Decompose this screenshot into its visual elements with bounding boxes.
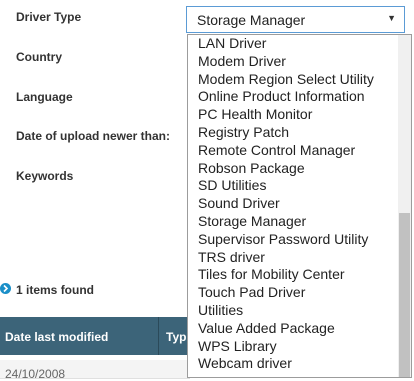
dropdown-option[interactable]: Remote Control Manager (188, 142, 398, 160)
dropdown-option[interactable]: WPS Library (188, 338, 398, 356)
keywords-label: Keywords (16, 169, 74, 183)
table-row[interactable]: 24/10/2008 (0, 360, 190, 381)
dropdown-option[interactable]: Modem Driver (188, 53, 398, 71)
dropdown-option[interactable]: Tiles for Mobility Center (188, 266, 398, 284)
dropdown-scrollbar[interactable] (398, 35, 411, 377)
dropdown-option[interactable]: Value Added Package (188, 320, 398, 338)
dropdown-option[interactable]: Online Product Information (188, 88, 398, 106)
table-cell-date: 24/10/2008 (5, 367, 66, 381)
chevron-down-icon: ▼ (387, 13, 396, 23)
dropdown-option[interactable]: Touch Pad Driver (188, 284, 398, 302)
dropdown-option[interactable]: SD Utilities (188, 177, 398, 195)
dropdown-option[interactable]: Robson Package (188, 160, 398, 178)
driver-type-dropdown-list[interactable]: LAN Driver Modem Driver Modem Region Selec… (187, 34, 412, 378)
dropdown-option[interactable]: LAN Driver (188, 35, 398, 53)
country-label: Country (16, 50, 62, 64)
dropdown-option[interactable]: Storage Manager (188, 213, 398, 231)
dropdown-option[interactable]: Utilities (188, 302, 398, 320)
dropdown-option[interactable]: Sound Driver (188, 195, 398, 213)
driver-type-selected-value: Storage Manager (197, 12, 306, 28)
scrollbar-thumb[interactable] (399, 213, 410, 377)
chevron-right-icon (0, 283, 11, 294)
column-divider (158, 317, 159, 355)
items-found-text: 1 items found (16, 283, 95, 297)
dropdown-option[interactable]: Modem Region Select Utility (188, 71, 398, 89)
column-header-type[interactable]: Typ (166, 330, 186, 344)
dropdown-option[interactable]: Supervisor Password Utility (188, 231, 398, 249)
dropdown-option[interactable]: Webcam driver (188, 355, 398, 373)
column-header-date-last-modified[interactable]: Date last modified (5, 330, 108, 344)
date-upload-label: Date of upload newer than: (16, 129, 171, 143)
driver-type-label: Driver Type (16, 10, 82, 24)
language-label: Language (16, 90, 73, 104)
driver-type-select[interactable]: Storage Manager ▼ (186, 6, 405, 33)
dropdown-options: LAN Driver Modem Driver Modem Region Selec… (188, 35, 398, 373)
results-table-header: Date last modified Typ (0, 317, 190, 355)
dropdown-option[interactable]: Registry Patch (188, 124, 398, 142)
dropdown-option[interactable]: PC Health Monitor (188, 106, 398, 124)
dropdown-option[interactable]: TRS driver (188, 249, 398, 267)
